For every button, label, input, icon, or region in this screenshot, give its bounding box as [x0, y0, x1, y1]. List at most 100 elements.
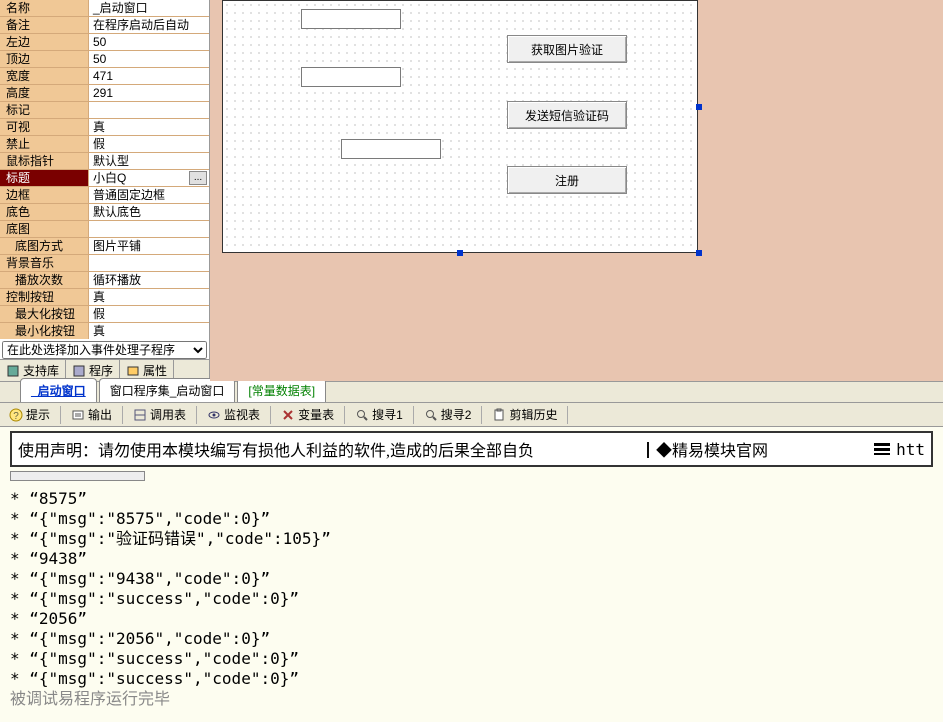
prop-row[interactable]: 禁止假	[0, 136, 209, 153]
cliphistory-button[interactable]: 剪辑历史	[487, 404, 562, 425]
prop-row[interactable]: 名称_启动窗口	[0, 0, 209, 17]
prop-row[interactable]: 标记	[0, 102, 209, 119]
prop-label: 名称	[0, 0, 89, 16]
banner-right: htt	[874, 440, 925, 459]
tab-startup-window[interactable]: _启动窗口	[20, 378, 97, 402]
editor-tabs: _启动窗口 窗口程序集_启动窗口 [常量数据表]	[0, 381, 943, 403]
find2-button[interactable]: 搜寻2	[419, 404, 477, 425]
register-button[interactable]: 注册	[507, 166, 627, 194]
send-sms-button[interactable]: 发送短信验证码	[507, 101, 627, 129]
property-panel: 名称_启动窗口备注在程序启动后自动左边50顶边50宽度471高度291标记可视真…	[0, 0, 210, 381]
prop-value[interactable]: 50	[89, 51, 209, 67]
prop-row[interactable]: 顶边50	[0, 51, 209, 68]
prop-value[interactable]: 真	[89, 323, 209, 339]
prop-label: 背景音乐	[0, 255, 89, 271]
prop-row[interactable]: 高度291	[0, 85, 209, 102]
log-line: * “{"msg":"success","code":0}”	[10, 589, 933, 609]
prop-value[interactable]: 小白Q...	[89, 170, 209, 186]
output-button[interactable]: 输出	[66, 404, 117, 425]
prop-row[interactable]: 底图	[0, 221, 209, 238]
prop-value[interactable]: 真	[89, 289, 209, 305]
prop-value[interactable]: 真	[89, 119, 209, 135]
hint-button[interactable]: ?提示	[4, 404, 55, 425]
prop-label: 播放次数	[0, 272, 89, 288]
calltable-button[interactable]: 调用表	[128, 404, 191, 425]
banner-mid: ┃◆精易模块官网	[640, 437, 768, 461]
selection-handle[interactable]	[457, 250, 463, 256]
ellipsis-button[interactable]: ...	[189, 171, 207, 185]
prop-row[interactable]: 可视真	[0, 119, 209, 136]
scroll-indicator[interactable]	[10, 471, 145, 481]
selection-handle[interactable]	[696, 104, 702, 110]
prop-row[interactable]: 播放次数循环播放	[0, 272, 209, 289]
output-toolbar: ?提示 输出 调用表 监视表 变量表 搜寻1 搜寻2 剪辑历史	[0, 403, 943, 427]
svg-text:?: ?	[13, 411, 19, 422]
prop-value[interactable]: 默认底色	[89, 204, 209, 220]
prop-row[interactable]: 备注在程序启动后自动	[0, 17, 209, 34]
prop-label: 底色	[0, 204, 89, 220]
output-log[interactable]: * “8575”* “{"msg":"8575","code":0}”* “{"…	[0, 489, 943, 709]
property-grid[interactable]: 名称_启动窗口备注在程序启动后自动左边50顶边50宽度471高度291标记可视真…	[0, 0, 209, 339]
prop-label: 标记	[0, 102, 89, 118]
prop-row[interactable]: 最小化按钮真	[0, 323, 209, 339]
text-input-3[interactable]	[341, 139, 441, 159]
prop-label: 边框	[0, 187, 89, 203]
log-line: * “9438”	[10, 549, 933, 569]
output-panel: 使用声明：请勿使用本模块编写有损他人利益的软件,造成的后果全部自负 ┃◆精易模块…	[0, 427, 943, 722]
log-line: * “{"msg":"9438","code":0}”	[10, 569, 933, 589]
event-selector[interactable]: 在此处选择加入事件处理子程序	[2, 341, 207, 359]
prop-value[interactable]: 291	[89, 85, 209, 101]
prop-label: 禁止	[0, 136, 89, 152]
log-line: * “{"msg":"验证码错误","code":105}”	[10, 529, 933, 549]
prop-label: 高度	[0, 85, 89, 101]
selection-handle[interactable]	[696, 250, 702, 256]
prop-row[interactable]: 鼠标指针默认型	[0, 153, 209, 170]
prop-row[interactable]: 底色默认底色	[0, 204, 209, 221]
log-line: * “{"msg":"2056","code":0}”	[10, 629, 933, 649]
prop-value[interactable]: 假	[89, 306, 209, 322]
prop-label: 最大化按钮	[0, 306, 89, 322]
text-input-1[interactable]	[301, 9, 401, 29]
tab-window-procset[interactable]: 窗口程序集_启动窗口	[99, 378, 236, 402]
prop-row[interactable]: 底图方式图片平铺	[0, 238, 209, 255]
prop-value[interactable]: 471	[89, 68, 209, 84]
prop-row[interactable]: 最大化按钮假	[0, 306, 209, 323]
prop-row[interactable]: 宽度471	[0, 68, 209, 85]
prop-row[interactable]: 背景音乐	[0, 255, 209, 272]
prop-value[interactable]	[89, 255, 209, 271]
prop-row[interactable]: 控制按钮真	[0, 289, 209, 306]
tab-const-table[interactable]: [常量数据表]	[237, 378, 326, 402]
prop-value[interactable]: 循环播放	[89, 272, 209, 288]
prop-value[interactable]: _启动窗口	[89, 0, 209, 16]
watch-button[interactable]: 监视表	[202, 404, 265, 425]
prop-value[interactable]	[89, 221, 209, 237]
text-input-2[interactable]	[301, 67, 401, 87]
prop-label: 底图方式	[0, 238, 89, 254]
prop-value[interactable]: 50	[89, 34, 209, 50]
form-designer[interactable]: 获取图片验证 发送短信验证码 注册	[210, 0, 943, 381]
prop-value[interactable]: 假	[89, 136, 209, 152]
prop-row[interactable]: 左边50	[0, 34, 209, 51]
form-canvas[interactable]: 获取图片验证 发送短信验证码 注册	[222, 0, 698, 253]
prop-value[interactable]: 在程序启动后自动	[89, 17, 209, 33]
prop-label: 鼠标指针	[0, 153, 89, 169]
get-captcha-button[interactable]: 获取图片验证	[507, 35, 627, 63]
prop-value[interactable]: 普通固定边框	[89, 187, 209, 203]
log-line: * “8575”	[10, 489, 933, 509]
vartable-button[interactable]: 变量表	[276, 404, 339, 425]
prop-label: 标题	[0, 170, 89, 186]
find1-button[interactable]: 搜寻1	[350, 404, 408, 425]
prop-row[interactable]: 边框普通固定边框	[0, 187, 209, 204]
prop-value[interactable]: 默认型	[89, 153, 209, 169]
banner-left: 使用声明：请勿使用本模块编写有损他人利益的软件,造成的后果全部自负	[18, 437, 534, 461]
prop-value[interactable]: 图片平铺	[89, 238, 209, 254]
prop-row[interactable]: 标题小白Q...	[0, 170, 209, 187]
prop-label: 宽度	[0, 68, 89, 84]
prop-label: 底图	[0, 221, 89, 237]
log-line: * “{"msg":"success","code":0}”	[10, 669, 933, 689]
prop-value[interactable]	[89, 102, 209, 118]
prop-label: 最小化按钮	[0, 323, 89, 339]
log-end: 被调试易程序运行完毕	[10, 689, 933, 709]
log-line: * “{"msg":"8575","code":0}”	[10, 509, 933, 529]
prop-label: 顶边	[0, 51, 89, 67]
